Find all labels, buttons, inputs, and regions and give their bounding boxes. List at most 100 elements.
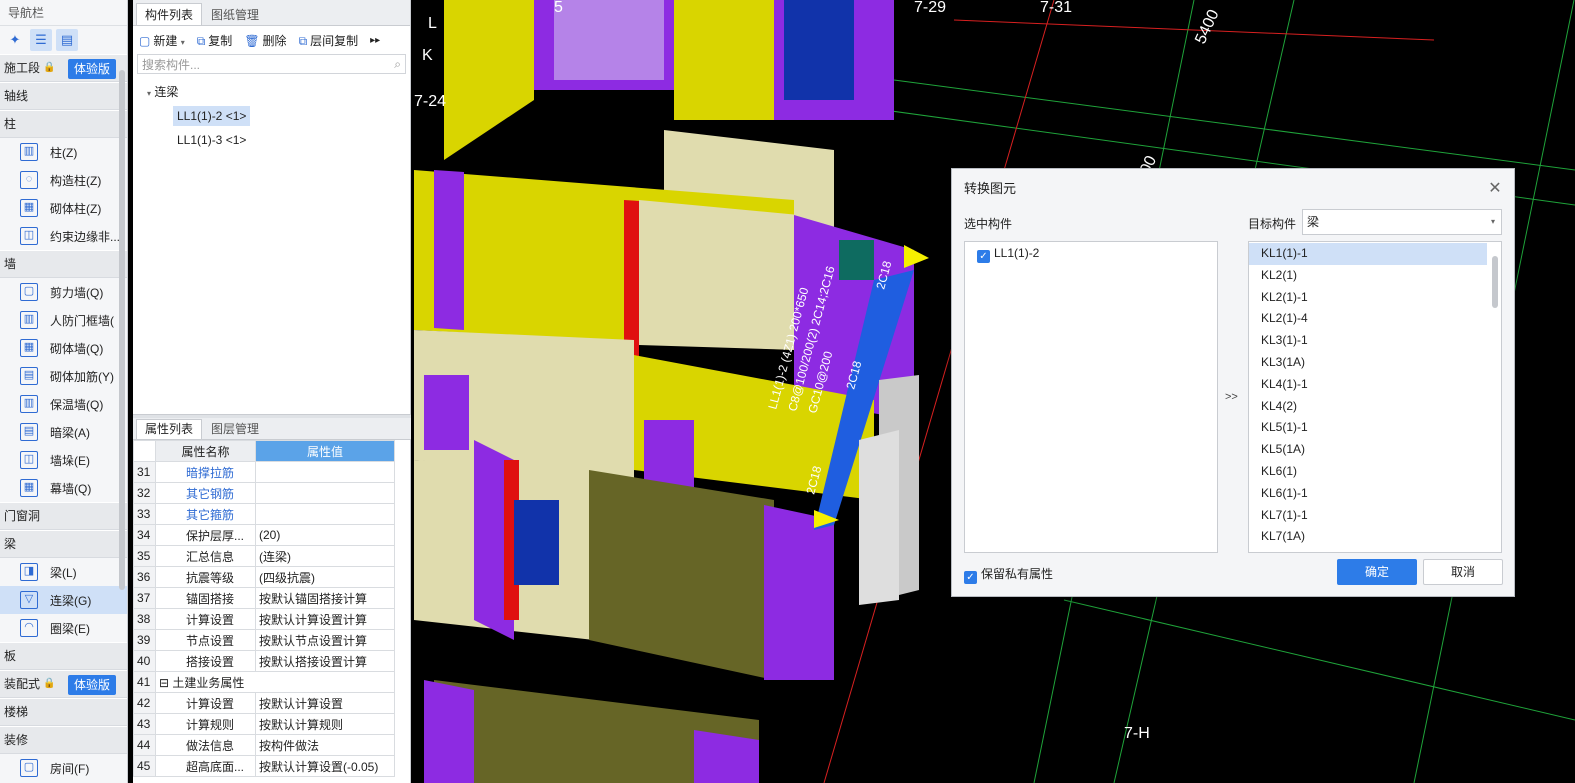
table-row[interactable]: 32 其它钢筋 [133, 482, 395, 504]
table-row[interactable]: 43 计算规则 按默认计算规则 [133, 713, 395, 735]
property-value[interactable]: 按默认计算设置(-0.05) [255, 755, 395, 777]
list-item[interactable]: KL5(1A) [1249, 439, 1487, 461]
nav-item[interactable]: ◠ 圈梁(E) [0, 614, 127, 642]
nav-item[interactable]: ▦ 砌体柱(Z) [0, 194, 127, 222]
property-value[interactable] [255, 482, 395, 504]
list-item[interactable]: KL2(1) [1249, 265, 1487, 287]
property-value[interactable]: 按构件做法 [255, 734, 395, 756]
property-value[interactable]: 按默认节点设置计算 [255, 629, 395, 651]
list-item[interactable]: KL3(1A) [1249, 352, 1487, 374]
nav-item[interactable]: ▥ 保温墙(Q) [0, 390, 127, 418]
detail-view-icon[interactable]: ▤ [56, 29, 78, 51]
table-row[interactable]: 42 计算设置 按默认计算设置 [133, 692, 395, 714]
nav-item[interactable]: ▢ 房间(F) [0, 754, 127, 782]
floor-copy-button[interactable]: ⧉ 层间复制 [299, 32, 359, 49]
property-value[interactable]: (20) [255, 524, 395, 546]
checkbox-checked-icon[interactable]: ✓ [977, 250, 990, 263]
list-item[interactable]: KL2(1)-1 [1249, 287, 1487, 309]
nav-item[interactable]: ▦ 幕墙(Q) [0, 474, 127, 502]
target-scrollbar[interactable] [1492, 256, 1498, 308]
property-value[interactable]: 按默认计算规则 [255, 713, 395, 735]
more-icon[interactable]: ▸▸ [370, 35, 380, 46]
search-input[interactable]: 搜索构件... ⌕ [137, 54, 406, 74]
nav-item[interactable]: ▥ 人防门框墙( [0, 306, 127, 334]
nav-item[interactable]: ◫ 墙垛(E) [0, 446, 127, 474]
tree-item[interactable]: LL1(1)-3 <1> [133, 128, 410, 152]
nav-category[interactable]: 装配式 🔒 体验版 [0, 670, 127, 698]
property-value[interactable]: (连梁) [255, 545, 395, 567]
table-row[interactable]: 45 超高底面... 按默认计算设置(-0.05) [133, 755, 395, 777]
property-value[interactable]: 按默认锚固搭接计算 [255, 587, 395, 609]
table-row[interactable]: 41 ⊟ 土建业务属性 [133, 671, 395, 693]
keep-private-checkbox[interactable]: ✓ 保留私有属性 [964, 565, 1053, 584]
nav-category[interactable]: 柱 [0, 110, 127, 138]
checkbox-checked-icon[interactable]: ✓ [964, 571, 977, 584]
list-item[interactable]: KL7(1)-1 [1249, 505, 1487, 527]
nav-item[interactable]: ▤ 砌体加筋(Y) [0, 362, 127, 390]
table-row[interactable]: 31 暗撑拉筋 [133, 461, 395, 483]
delete-button[interactable]: 🗑 删除 [244, 32, 286, 49]
property-value[interactable]: 按默认计算设置 [255, 692, 395, 714]
close-icon[interactable]: ✕ [1476, 169, 1514, 209]
tab-layer-manage[interactable]: 图层管理 [202, 419, 268, 439]
list-item[interactable]: KL3(1)-1 [1249, 330, 1487, 352]
nav-category[interactable]: 楼梯 [0, 698, 127, 726]
list-item[interactable]: KL7(1A) [1249, 526, 1487, 548]
table-row[interactable]: 39 节点设置 按默认节点设置计算 [133, 629, 395, 651]
property-value[interactable] [255, 461, 395, 483]
property-value[interactable] [255, 503, 395, 525]
table-row[interactable]: 38 计算设置 按默认计算设置计算 [133, 608, 395, 630]
pin-icon[interactable]: ✦ [4, 29, 26, 51]
tab-component-list[interactable]: 构件列表 [136, 3, 203, 25]
copy-button[interactable]: ⧉ 复制 [197, 32, 233, 49]
nav-item[interactable]: ◫ 约束边缘非... [0, 222, 127, 250]
trial-badge[interactable]: 体验版 [68, 59, 117, 79]
nav-category[interactable]: 轴线 [0, 82, 127, 110]
tree-item[interactable]: LL1(1)-2 <1> [133, 104, 410, 128]
cancel-button[interactable]: 取消 [1423, 559, 1503, 585]
nav-item[interactable]: ▦ 砌体墙(Q) [0, 334, 127, 362]
table-row[interactable]: 33 其它箍筋 [133, 503, 395, 525]
ok-button[interactable]: 确定 [1337, 559, 1417, 585]
nav-category[interactable]: 墙 [0, 250, 127, 278]
nav-category[interactable]: 门窗洞 [0, 502, 127, 530]
list-item[interactable]: KL2(1)-4 [1249, 308, 1487, 330]
nav-category[interactable]: 装修 [0, 726, 127, 754]
transfer-arrow[interactable]: >> [1225, 391, 1238, 403]
table-row[interactable]: 40 搭接设置 按默认搭接设置计算 [133, 650, 395, 672]
collapse-icon[interactable]: ⊟ [159, 676, 172, 690]
nav-item[interactable]: ◨ 梁(L) [0, 558, 127, 586]
table-row[interactable]: 36 抗震等级 (四级抗震) [133, 566, 395, 588]
list-view-icon[interactable]: ☰ [30, 29, 52, 51]
table-row[interactable]: 35 汇总信息 (连梁) [133, 545, 395, 567]
list-item[interactable]: KL5(1)-1 [1249, 417, 1487, 439]
nav-item[interactable]: ◌ 构造柱(Z) [0, 166, 127, 194]
property-value[interactable]: (四级抗震) [255, 566, 395, 588]
list-item[interactable]: KL6(1)-1 [1249, 483, 1487, 505]
nav-category[interactable]: 板 [0, 642, 127, 670]
list-item[interactable]: KL4(2) [1249, 396, 1487, 418]
list-item[interactable]: KL4(1)-1 [1249, 374, 1487, 396]
nav-item[interactable]: ▥ 柱(Z) [0, 138, 127, 166]
nav-item[interactable]: ▢ 剪力墙(Q) [0, 278, 127, 306]
new-button[interactable]: ▢ 新建 ▾ [139, 32, 185, 49]
property-value[interactable]: 按默认搭接设置计算 [255, 650, 395, 672]
target-select[interactable]: 梁 ▾ [1302, 209, 1502, 235]
trial-badge[interactable]: 体验版 [68, 675, 117, 695]
property-group[interactable]: ⊟ 土建业务属性 [155, 671, 395, 693]
property-value[interactable]: 按默认计算设置计算 [255, 608, 395, 630]
tree-root[interactable]: ▾ 连梁 [133, 80, 410, 104]
nav-item[interactable]: ▽ 连梁(G) [0, 586, 127, 614]
nav-item[interactable]: ▤ 暗梁(A) [0, 418, 127, 446]
list-item[interactable]: KL1(1)-1 [1249, 243, 1487, 265]
nav-scrollbar[interactable] [119, 70, 125, 590]
nav-category[interactable]: 施工段 🔒 体验版 [0, 54, 127, 82]
table-row[interactable]: 34 保护层厚... (20) [133, 524, 395, 546]
table-row[interactable]: 37 锚固搭接 按默认锚固搭接计算 [133, 587, 395, 609]
table-row[interactable]: 44 做法信息 按构件做法 [133, 734, 395, 756]
tab-property-list[interactable]: 属性列表 [136, 419, 203, 439]
tab-drawing-manage[interactable]: 图纸管理 [202, 3, 268, 25]
selected-item[interactable]: ✓ LL1(1)-2 [965, 242, 1217, 264]
list-item[interactable]: KL6(1) [1249, 461, 1487, 483]
nav-category[interactable]: 梁 [0, 530, 127, 558]
